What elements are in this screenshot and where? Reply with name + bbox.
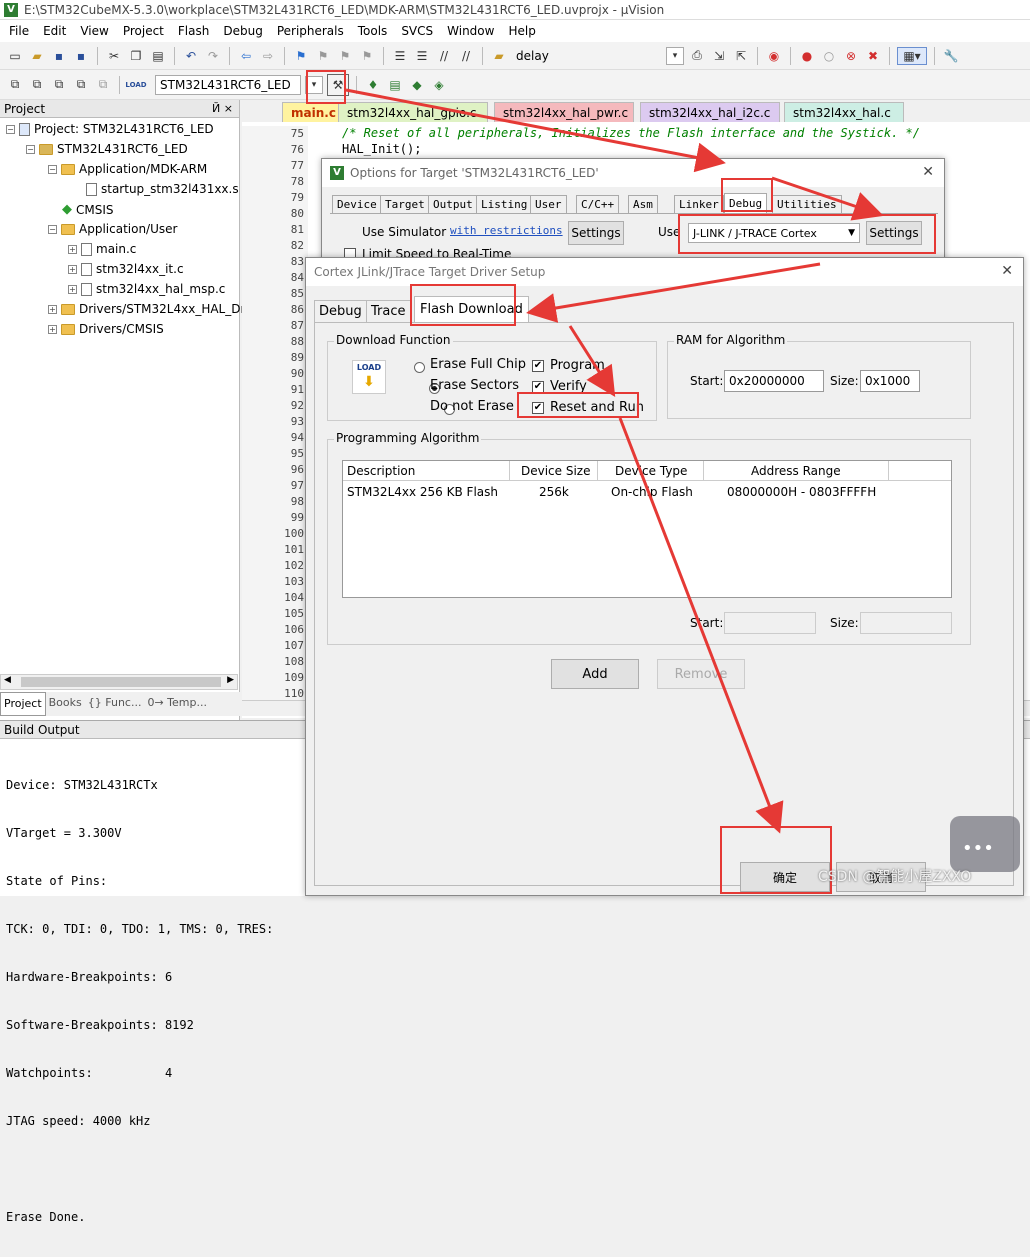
arrow-to-reset-run	[568, 325, 616, 398]
csdn-watermark: CSDN @智能小屋ZXXO	[818, 869, 972, 885]
build-line: Watchpoints: 4	[6, 1066, 173, 1080]
build-line: Erase Done.	[6, 1210, 86, 1224]
build-line: TCK: 0, TDI: 0, TDO: 1, TMS: 0, TRES:	[6, 922, 274, 936]
chat-dots-icon: •••	[962, 838, 994, 859]
build-line: Hardware-Breakpoints: 6	[6, 970, 173, 984]
arrow-to-ok	[618, 417, 784, 834]
arrow-to-settings	[771, 176, 884, 221]
build-line: JTAG speed: 4000 kHz	[6, 1114, 151, 1128]
build-line: Software-Breakpoints: 8192	[6, 1018, 194, 1032]
arrow-to-options-dialog	[345, 88, 726, 173]
build-line	[6, 1161, 273, 1177]
annotation-arrows	[345, 88, 884, 834]
chat-bubble-icon: •••	[950, 816, 1020, 872]
arrow-to-flash-download	[526, 262, 821, 323]
